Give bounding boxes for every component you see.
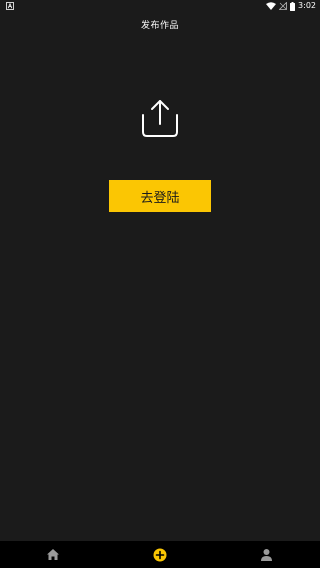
add-circle-icon [153, 548, 167, 561]
publish-screen: 3:02 发布作品 去登陆 [0, 0, 320, 568]
status-time: 3:02 [298, 1, 316, 10]
nav-item-profile[interactable] [246, 541, 286, 568]
signal-icon [279, 2, 287, 10]
home-icon [47, 549, 59, 560]
status-icons: 3:02 [266, 0, 316, 12]
a-notification-icon [6, 2, 14, 10]
battery-icon [290, 1, 296, 11]
person-icon [260, 548, 272, 561]
nav-item-publish[interactable] [140, 541, 180, 568]
nav-item-home[interactable] [33, 541, 73, 568]
header: 发布作品 [0, 12, 320, 36]
status-bar: 3:02 [0, 0, 320, 12]
bottom-nav [0, 541, 320, 568]
login-button[interactable]: 去登陆 [109, 180, 211, 212]
upload-icon [142, 100, 178, 137]
page-title: 发布作品 [140, 20, 179, 31]
wifi-icon [266, 2, 277, 10]
